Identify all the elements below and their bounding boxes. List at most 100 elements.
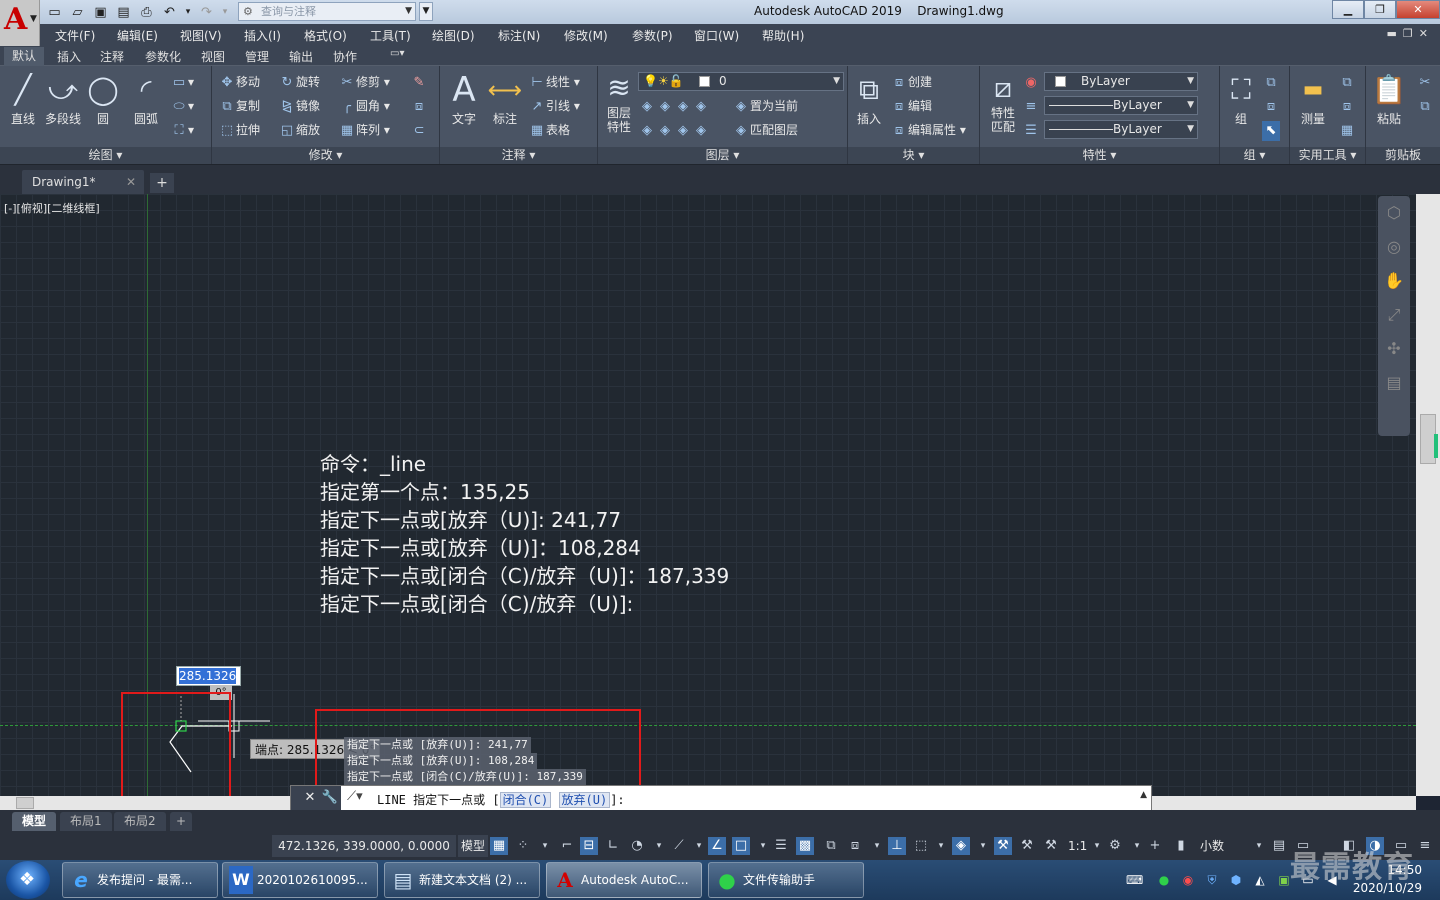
menu-edit[interactable]: 编辑(E) xyxy=(117,27,158,44)
option-undo[interactable]: 放弃(U) xyxy=(558,792,611,808)
group-edit-button[interactable]: ⧈ xyxy=(1262,96,1280,116)
group-button[interactable]: ⛶ 组 xyxy=(1220,70,1262,127)
match-properties-button[interactable]: ⧄ 特性 匹配 xyxy=(982,70,1024,134)
menu-format[interactable]: 格式(O) xyxy=(304,27,347,44)
command-line-grip[interactable] xyxy=(291,786,301,810)
save-icon[interactable]: ▣ xyxy=(92,5,109,20)
cut-button[interactable]: ✂ xyxy=(1416,72,1434,92)
annotation-scale-icon[interactable]: ⚒ xyxy=(1042,837,1060,855)
menu-parametric[interactable]: 参数(P) xyxy=(632,27,673,44)
boundary-button[interactable]: ⛶ ▾ xyxy=(170,120,194,140)
chevron-down-icon[interactable]: ▾ xyxy=(932,837,950,855)
tab-default[interactable]: 默认 xyxy=(4,47,45,66)
orbit-icon[interactable]: ✣ xyxy=(1378,332,1410,366)
workspace-search[interactable]: ⚙ 查询与注释 ▼ xyxy=(238,2,416,21)
menu-insert[interactable]: 插入(I) xyxy=(244,27,281,44)
erase-button[interactable]: ✎ xyxy=(410,72,428,92)
lineweight-display-icon[interactable]: ☰ xyxy=(772,837,790,855)
panel-utilities-title[interactable]: 实用工具 ▾ xyxy=(1290,147,1365,164)
menu-window-controls[interactable]: ▬❐✕ xyxy=(1387,27,1434,40)
undo-dropdown-icon[interactable]: ▾ xyxy=(184,5,192,20)
keyboard-icon[interactable]: ⌨ xyxy=(1126,872,1143,888)
tab-annotate[interactable]: 注释 xyxy=(100,48,124,65)
add-layout-button[interactable]: + xyxy=(170,812,193,831)
tab-manage[interactable]: 管理 xyxy=(245,48,269,65)
steering-wheel-icon[interactable]: ◎ xyxy=(1378,230,1410,264)
object-snap-icon[interactable]: □ xyxy=(732,837,750,855)
chevron-down-icon[interactable]: ▾ xyxy=(536,837,554,855)
scale-button[interactable]: ◱ 缩放 xyxy=(278,120,320,140)
network-icon[interactable]: ◭ xyxy=(1252,872,1268,888)
panel-layers-title[interactable]: 图层 ▾ xyxy=(598,147,847,164)
close-icon[interactable]: ✕ xyxy=(126,170,136,195)
chevron-down-icon[interactable]: ▾ xyxy=(1128,837,1146,855)
color-wheel-button[interactable]: ◉ xyxy=(1022,72,1040,92)
layout-tab-model[interactable]: 模型 xyxy=(12,812,57,831)
workspace-gear-icon[interactable]: ⚙ xyxy=(1106,837,1124,855)
command-prompt[interactable]: LINE 指定下一点或 [闭合(C) 放弃(U)]: xyxy=(377,791,625,808)
units-icon[interactable]: ▮ xyxy=(1172,837,1190,855)
match-layer-button[interactable]: ◈ 匹配图层 xyxy=(732,120,798,140)
command-line[interactable]: ✕ 🔧 ⟋▾ LINE 指定下一点或 [闭合(C) 放弃(U)]: ▲ xyxy=(290,785,1152,811)
panel-annotation-title[interactable]: 注释 ▾ xyxy=(440,147,597,164)
close-button[interactable]: ✕ xyxy=(1396,0,1440,19)
chevron-down-icon[interactable]: ▾ xyxy=(974,837,992,855)
layer-tools-row[interactable]: ◈ ◈ ◈ ◈ xyxy=(638,96,710,116)
lineweight-icon-button[interactable]: ☰ xyxy=(1022,120,1040,140)
option-close[interactable]: 闭合(C) xyxy=(499,792,552,808)
quick-properties-icon[interactable]: ▤ xyxy=(1270,837,1288,855)
dynamic-input-length[interactable]: 285.1326 xyxy=(176,666,241,686)
panel-groups-title[interactable]: 组 ▾ xyxy=(1220,147,1289,164)
shield-icon[interactable]: ⛨ xyxy=(1204,872,1220,888)
chevron-down-icon[interactable]: ▾ xyxy=(754,837,772,855)
layout-tab-layout2[interactable]: 布局2 xyxy=(114,812,166,831)
annotation-visibility-icon[interactable]: ⚒ xyxy=(994,837,1012,855)
ungroup-button[interactable]: ⧉ xyxy=(1262,72,1280,92)
tab-view[interactable]: 视图 xyxy=(201,48,225,65)
measure-button[interactable]: ▬ 测量 xyxy=(1292,70,1334,127)
selection-filter-icon[interactable]: ⬚ xyxy=(912,837,930,855)
annotation-scale-value[interactable]: 1:1 xyxy=(1068,837,1087,855)
annotation-monitor-icon[interactable]: + xyxy=(1146,837,1164,855)
trim-button[interactable]: ✂ 修剪 ▾ xyxy=(338,72,390,92)
coordinates-display[interactable]: 472.1326, 339.0000, 0.0000 xyxy=(272,835,456,857)
menu-window[interactable]: 窗口(W) xyxy=(694,27,739,44)
chevron-up-icon[interactable]: ▲ xyxy=(1140,790,1147,800)
rotate-button[interactable]: ↻ 旋转 xyxy=(278,72,320,92)
text-button[interactable]: A 文字 xyxy=(443,70,485,127)
zoom-extents-icon[interactable]: ⤢ xyxy=(1378,298,1410,332)
edit-block-button[interactable]: ⧈ 编辑 xyxy=(890,96,932,116)
menu-modify[interactable]: 修改(M) xyxy=(564,27,608,44)
layer-tools-row-2[interactable]: ◈ ◈ ◈ ◈ xyxy=(638,120,710,140)
arc-button[interactable]: ◜ 圆弧 xyxy=(125,70,167,127)
id-point-button[interactable]: ⧉ xyxy=(1338,72,1356,92)
set-current-button[interactable]: ◈ 置为当前 xyxy=(732,96,798,116)
table-button[interactable]: ▦ 表格 xyxy=(528,120,570,140)
create-block-button[interactable]: ⧈ 创建 xyxy=(890,72,932,92)
mirror-button[interactable]: ⧎ 镜像 xyxy=(278,96,320,116)
offset-button[interactable]: ⊂ xyxy=(410,120,428,140)
dynamic-ucs-icon[interactable]: ⊥ xyxy=(888,837,906,855)
3d-osnap-icon[interactable]: ⧈ xyxy=(846,837,864,855)
rectangle-button[interactable]: ▭ ▾ xyxy=(170,72,194,92)
fillet-button[interactable]: ╭ 圆角 ▾ xyxy=(338,96,390,116)
print-icon[interactable]: ⎙ xyxy=(138,5,155,20)
task-ie[interactable]: e 发布提问 - 最需... xyxy=(62,862,218,898)
menu-draw[interactable]: 绘图(D) xyxy=(432,27,475,44)
customization-icon[interactable]: ≡ xyxy=(1416,837,1434,855)
insert-block-button[interactable]: ⧉ 插入 xyxy=(848,70,890,127)
group-select-button[interactable]: ⬉ xyxy=(1262,120,1280,141)
linetype-dropdown[interactable]: ByLayer ▼ xyxy=(1044,96,1198,115)
minimize-button[interactable]: ▁ xyxy=(1332,0,1364,19)
linetype-icon-button[interactable]: ≡ xyxy=(1022,96,1040,116)
array-button[interactable]: ▦ 阵列 ▾ xyxy=(338,120,390,140)
snap-mode-icon[interactable]: ⁘ xyxy=(514,837,532,855)
menu-help[interactable]: 帮助(H) xyxy=(762,27,804,44)
explode-button[interactable]: ⧈ xyxy=(410,96,428,116)
dimension-button[interactable]: ⟷ 标注 xyxy=(484,70,526,127)
pan-icon[interactable]: ✋ xyxy=(1378,264,1410,298)
start-button[interactable]: ❖ xyxy=(6,861,50,899)
move-button[interactable]: ✥ 移动 xyxy=(218,72,260,92)
gizmo-icon[interactable]: ◈ xyxy=(952,837,970,855)
quick-select-button[interactable]: ⧈ xyxy=(1338,96,1356,116)
